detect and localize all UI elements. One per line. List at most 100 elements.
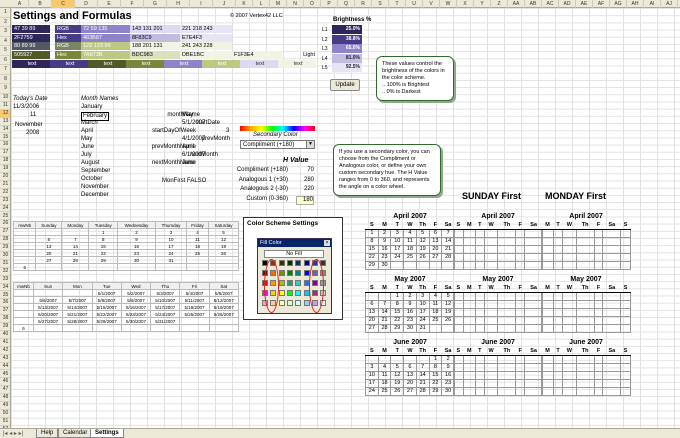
tab-calendar[interactable]: Calendar	[58, 429, 93, 438]
row-header-47[interactable]: 47	[0, 386, 10, 395]
column-header-x[interactable]: X	[457, 0, 474, 8]
row-header-12[interactable]: 12	[0, 109, 10, 118]
column-header-a[interactable]: A	[11, 0, 29, 8]
column-header-af[interactable]: AF	[593, 0, 610, 8]
row-header-6[interactable]: 6	[0, 56, 10, 65]
column-header-v[interactable]: V	[423, 0, 440, 8]
column-header-b[interactable]: B	[29, 0, 52, 8]
color-swatch[interactable]	[278, 280, 285, 286]
color-swatch[interactable]	[278, 300, 285, 306]
color-swatch[interactable]	[286, 270, 293, 276]
column-header-w[interactable]: W	[440, 0, 457, 8]
column-header-aj[interactable]: AJ	[661, 0, 678, 8]
color-swatch[interactable]	[278, 270, 285, 276]
column-header-y[interactable]: Y	[474, 0, 491, 8]
row-header-11[interactable]: 11	[0, 102, 10, 110]
column-header-d[interactable]: D	[75, 0, 98, 8]
tab-scroll-arrows[interactable]: |◂ ◂ ▸ ▸|	[3, 430, 23, 437]
row-header-35[interactable]: 35	[0, 292, 10, 300]
row-header-39[interactable]: 39	[0, 323, 10, 331]
row-header-31[interactable]: 31	[0, 260, 10, 268]
brightness-value[interactable]: 38.8%	[332, 34, 362, 44]
color-swatch[interactable]	[286, 260, 293, 266]
column-header-ae[interactable]: AE	[576, 0, 593, 8]
column-header-r[interactable]: R	[355, 0, 372, 8]
row-header-22[interactable]: 22	[0, 189, 10, 197]
column-header-aa[interactable]: AA	[508, 0, 525, 8]
row-header-50[interactable]: 50	[0, 410, 10, 418]
row-header-32[interactable]: 32	[0, 268, 10, 276]
column-header-g[interactable]: G	[144, 0, 167, 8]
column-header-s[interactable]: S	[372, 0, 389, 8]
row-header-34[interactable]: 34	[0, 284, 10, 292]
row-header-9[interactable]: 9	[0, 84, 10, 94]
color-swatch[interactable]	[295, 260, 302, 266]
color-swatch[interactable]	[286, 290, 293, 296]
column-header-ah[interactable]: AH	[627, 0, 644, 8]
row-header-49[interactable]: 49	[0, 402, 10, 410]
color-swatch[interactable]	[295, 300, 302, 306]
color-swatch[interactable]	[278, 290, 285, 296]
row-header-30[interactable]: 30	[0, 252, 10, 260]
row-header-27[interactable]: 27	[0, 228, 10, 237]
brightness-value[interactable]: 92.5%	[332, 63, 362, 73]
column-header-ad[interactable]: AD	[559, 0, 576, 8]
column-header-h[interactable]: H	[167, 0, 190, 8]
chevron-down-icon[interactable]: ▼	[306, 141, 314, 148]
row-header-41[interactable]: 41	[0, 339, 10, 347]
column-header-q[interactable]: Q	[338, 0, 355, 8]
row-header-36[interactable]: 36	[0, 299, 10, 308]
row-header-43[interactable]: 43	[0, 355, 10, 363]
row-header-33[interactable]: 33	[0, 276, 10, 284]
row-header-25[interactable]: 25	[0, 213, 10, 221]
row-header-51[interactable]: 51	[0, 418, 10, 426]
column-header-ai[interactable]: AI	[644, 0, 661, 8]
column-header-ab[interactable]: AB	[525, 0, 542, 8]
color-swatch[interactable]	[303, 300, 310, 306]
column-header-u[interactable]: U	[406, 0, 423, 8]
row-header-38[interactable]: 38	[0, 315, 10, 324]
row-header-37[interactable]: 37	[0, 307, 10, 316]
row-header-48[interactable]: 48	[0, 394, 10, 403]
color-swatch[interactable]	[295, 280, 302, 286]
column-header-o[interactable]: O	[304, 0, 321, 8]
row-header-26[interactable]: 26	[0, 220, 10, 229]
h-value-number[interactable]: 180	[296, 195, 314, 205]
row-header-28[interactable]: 28	[0, 236, 10, 245]
row-header-40[interactable]: 40	[0, 331, 10, 339]
column-header-i[interactable]: I	[190, 0, 213, 8]
row-header-2[interactable]: 2	[0, 18, 10, 27]
brightness-value[interactable]: 81.0%	[332, 53, 362, 63]
row-header-4[interactable]: 4	[0, 37, 10, 46]
brightness-value[interactable]: 25.0%	[332, 25, 362, 34]
column-header-ac[interactable]: AC	[542, 0, 559, 8]
row-header-18[interactable]: 18	[0, 157, 10, 166]
tab-settings[interactable]: Settings	[90, 429, 124, 438]
row-header-13[interactable]: 13	[0, 118, 10, 126]
column-header-ag[interactable]: AG	[610, 0, 627, 8]
update-button[interactable]: Update	[330, 79, 360, 91]
column-header-m[interactable]: M	[270, 0, 287, 8]
row-header-45[interactable]: 45	[0, 371, 10, 379]
row-header-8[interactable]: 8	[0, 75, 10, 84]
row-header-3[interactable]: 3	[0, 27, 10, 37]
column-header-z[interactable]: Z	[491, 0, 508, 8]
row-header-21[interactable]: 21	[0, 181, 10, 189]
close-icon[interactable]: ×	[324, 240, 330, 246]
column-header-j[interactable]: J	[213, 0, 236, 8]
column-header-f[interactable]: F	[121, 0, 144, 8]
row-header-5[interactable]: 5	[0, 46, 10, 56]
row-header-44[interactable]: 44	[0, 363, 10, 371]
color-swatch[interactable]	[303, 260, 310, 266]
color-swatch[interactable]	[295, 290, 302, 296]
color-swatch[interactable]	[278, 260, 285, 266]
brightness-value[interactable]: 65.0%	[332, 44, 362, 54]
row-header-42[interactable]: 42	[0, 347, 10, 355]
row-header-15[interactable]: 15	[0, 134, 10, 142]
color-swatch[interactable]	[286, 300, 293, 306]
tab-help[interactable]: Help	[36, 429, 59, 438]
column-header-l[interactable]: L	[253, 0, 270, 8]
row-header-23[interactable]: 23	[0, 197, 10, 205]
column-header-c[interactable]: C	[52, 0, 75, 8]
row-header-1[interactable]: 1	[0, 8, 10, 18]
